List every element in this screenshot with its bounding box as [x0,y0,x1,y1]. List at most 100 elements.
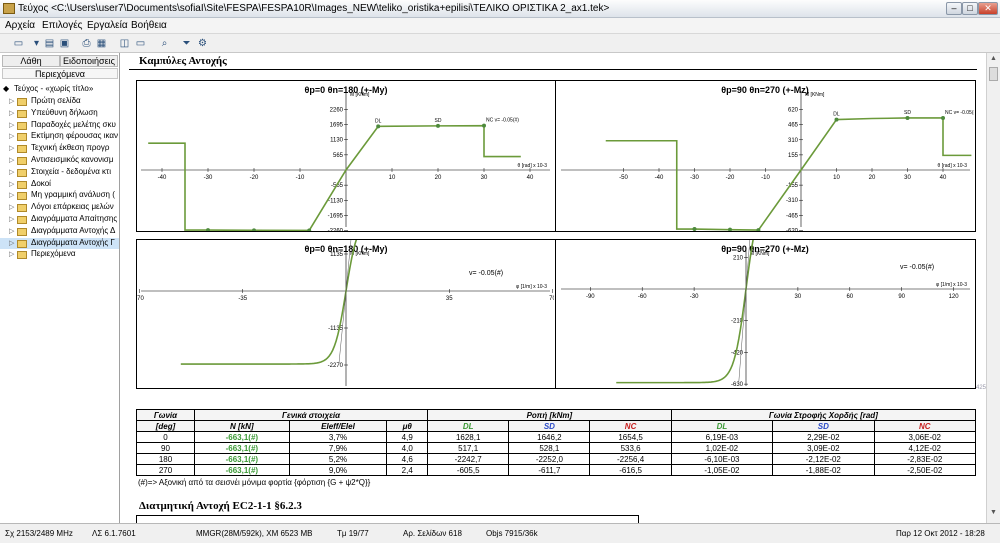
filter-icon[interactable]: ⏷ [180,37,193,50]
expand-arrow-icon[interactable]: ▷ [9,168,14,176]
expand-arrow-icon[interactable]: ▷ [9,227,14,235]
expand-arrow-icon[interactable]: ▷ [9,215,14,223]
tree-item-label: Στοιχεία - δεδομένα κτι [31,166,111,176]
maximize-button[interactable]: □ [962,2,978,15]
tree-root[interactable]: ◆ Τεύχος - «χωρίς τίτλο» [0,84,119,95]
folder-icon [17,133,27,142]
frame-divider [555,80,556,232]
tree-item[interactable]: ▷ Μη γραμμική ανάλυση ( [0,190,119,201]
tree-item[interactable]: ▷ Υπεύθυνη δήλωση [0,108,119,119]
table-cell: -663,1(#) [194,464,290,476]
tree-item-label: Παραδοχές μελέτης σκυ [31,119,116,129]
folder-icon [17,157,27,165]
menu-help[interactable]: Βοήθεια [131,20,167,31]
tree-item[interactable]: ▷ Πρώτη σελίδα [0,96,119,107]
scroll-thumb[interactable] [989,67,998,81]
status-datetime: Παρ 12 Οκτ 2012 - 18:28 [896,529,985,538]
tree-item[interactable]: ▷ Στοιχεία - δεδομένα κτι [0,167,119,178]
table-cell: 7,9% [288,442,388,454]
expand-arrow-icon[interactable]: ▷ [9,132,14,140]
expand-arrow-icon[interactable]: ▷ [9,203,14,211]
table-cell: -2,50E-02 [873,464,977,476]
table-cell: -611,7 [508,464,591,476]
tree-item[interactable]: ▷ Περιεχόμενα [0,249,119,260]
expand-arrow-icon[interactable]: ▷ [9,121,14,129]
tree-item[interactable]: ▷ Εκτίμηση φέρουσας ικαν [0,131,119,142]
app-icon [3,3,15,14]
expand-arrow-icon[interactable]: ▷ [9,156,14,164]
x-tick-label: -90 [586,294,595,300]
results-table: Γωνία Γενικά στοιχεία Ροπή [kNm] Γωνία Σ… [136,409,977,476]
x-tick-label: -35 [238,296,247,302]
menu-options[interactable]: Επιλογές [42,20,82,31]
y-tick-label: 1130 [330,138,344,144]
close-button[interactable]: ✕ [978,2,998,15]
table-cell: 1654,5 [589,431,672,443]
x-tick-label: -40 [158,175,167,181]
tree-item[interactable]: ▷ Παραδοχές μελέτης σκυ [0,120,119,131]
x-axis-label: φ [1/m] x 10-3 [516,284,547,290]
x-tick-label: 120 [949,294,960,300]
x-tick-label: -30 [204,175,213,181]
expand-arrow-icon[interactable]: ▷ [9,144,14,152]
curve-point [206,228,210,231]
expand-arrow-icon[interactable]: ▷ [9,97,14,105]
export-icon[interactable]: ◫ [118,37,131,50]
expand-arrow-icon[interactable]: ▷ [9,239,14,247]
table-cell: 4,12E-02 [873,442,977,454]
table-body: 0 -663,1(#) 3,7% 4,9 1628,1 1646,2 1654,5 6,19E… [136,431,977,476]
folder-icon [17,227,27,236]
x-tick-label: -10 [296,175,305,181]
tree-item[interactable]: ▷ Διαγράμματα Απαίτησης [0,214,119,225]
tree-item[interactable]: ▷ Αντισεισμικός κανονισμ [0,155,119,166]
tree-item[interactable]: ▷ Λόγοι επάρκειας μελών [0,202,119,213]
tree-item-label: Διαγράμματα Αντοχής Δ [31,225,116,235]
x-axis-label: θ [rad] x 10-3 [938,163,968,169]
expand-arrow-icon[interactable]: ▷ [9,191,14,199]
open-icon[interactable]: ▤ [43,37,56,50]
tab-errors[interactable]: Λάθη [2,55,60,67]
tree-item[interactable]: ▷ Δοκοί [0,179,119,190]
contents-panel: Λάθη Ειδοποιήσεις Περιεχόμενα ◆ Τεύχος -… [0,53,120,523]
table-cell: -1,88E-02 [772,464,875,476]
y-tick-label: -420 [731,350,744,356]
tab-notifications[interactable]: Ειδοποιήσεις [60,55,118,67]
print-icon[interactable]: ⎙ [80,37,93,50]
scroll-up-icon[interactable]: ▲ [988,55,999,65]
folder-icon[interactable]: ▭ [134,37,147,50]
find-icon[interactable]: ⌕ [158,37,171,50]
table-cell: 4,0 [386,442,429,454]
tree-item[interactable]: ▷ Διαγράμματα Αντοχής Γ [0,237,119,249]
table-cell: 2,29E-02 [772,431,875,443]
menu-tools[interactable]: Εργαλεία [87,20,128,31]
expand-arrow-icon[interactable]: ▷ [9,180,14,188]
print-preview-icon[interactable]: ▦ [95,37,108,50]
menu-files[interactable]: Αρχεία [5,20,35,31]
x-tick-label: 30 [481,175,488,181]
x-tick-label: 70 [549,296,554,302]
section-title-shear: Διατμητική Αντοχή EC2-1-1 §6.2.3 [139,500,302,512]
dropdown-arrow-icon[interactable]: ▾ [30,37,43,50]
scroll-down-icon[interactable]: ▼ [988,509,999,519]
tree-item[interactable]: ▷ Διαγράμματα Αντοχής Δ [0,226,119,237]
expand-arrow-icon[interactable]: ▷ [9,250,14,258]
minimize-button[interactable]: – [946,2,962,15]
y-tick-label: -2270 [328,363,344,369]
settings-icon[interactable]: ⚙ [196,37,209,50]
tree-item-label: Διαγράμματα Απαίτησης [31,214,118,223]
y-tick-label: -2260 [328,229,344,231]
toolbar: ▭ ▾ ▤ ▣ ⎙ ▦ ◫ ▭ ⌕ ⏷ ⚙ [0,34,1000,53]
expand-arrow-icon[interactable]: ▷ [9,109,14,117]
folder-icon [17,109,27,118]
table-cell: 180 [136,453,195,465]
open-folder-icon[interactable]: ▭ [12,37,25,50]
tree-item-label: Υπεύθυνη δήλωση [31,107,98,117]
table-cell: 533,6 [589,442,672,454]
x-tick-label: -60 [638,294,647,300]
vertical-scrollbar[interactable]: ▲ ▼ [986,53,1000,523]
tree-item[interactable]: ▷ Τεχνική έκθεση προγρ [0,143,119,154]
subheader-cell: DL [670,420,774,432]
capacity-chart-mz: M [KNm] θ [rad] x 10-3 -50 -40 -30 -20 -10 10 20… [561,91,974,231]
save-icon[interactable]: ▣ [58,37,71,50]
x-tick-label: 10 [389,175,396,181]
